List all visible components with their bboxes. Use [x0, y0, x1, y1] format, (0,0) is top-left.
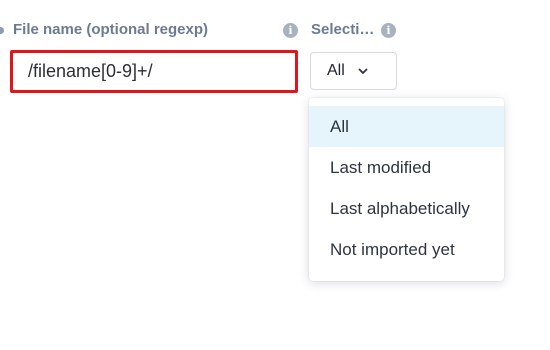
- edge-marker: [0, 27, 4, 34]
- chevron-down-icon: [358, 68, 368, 74]
- selection-label: Selecti…: [311, 21, 375, 38]
- option-all[interactable]: All: [309, 106, 504, 147]
- file-name-label: File name (optional regexp): [13, 21, 209, 38]
- option-last-alphabetically[interactable]: Last alphabetically: [309, 188, 504, 229]
- selection-info-icon[interactable]: i: [381, 23, 396, 38]
- selection-dropdown-menu: All Last modified Last alphabetically No…: [309, 98, 504, 281]
- file-name-input[interactable]: [10, 50, 298, 93]
- option-last-modified[interactable]: Last modified: [309, 147, 504, 188]
- file-name-info-icon[interactable]: i: [283, 23, 298, 38]
- selection-current-value: All: [327, 62, 345, 79]
- option-not-imported-yet[interactable]: Not imported yet: [309, 229, 504, 270]
- selection-dropdown-button[interactable]: All: [310, 52, 397, 90]
